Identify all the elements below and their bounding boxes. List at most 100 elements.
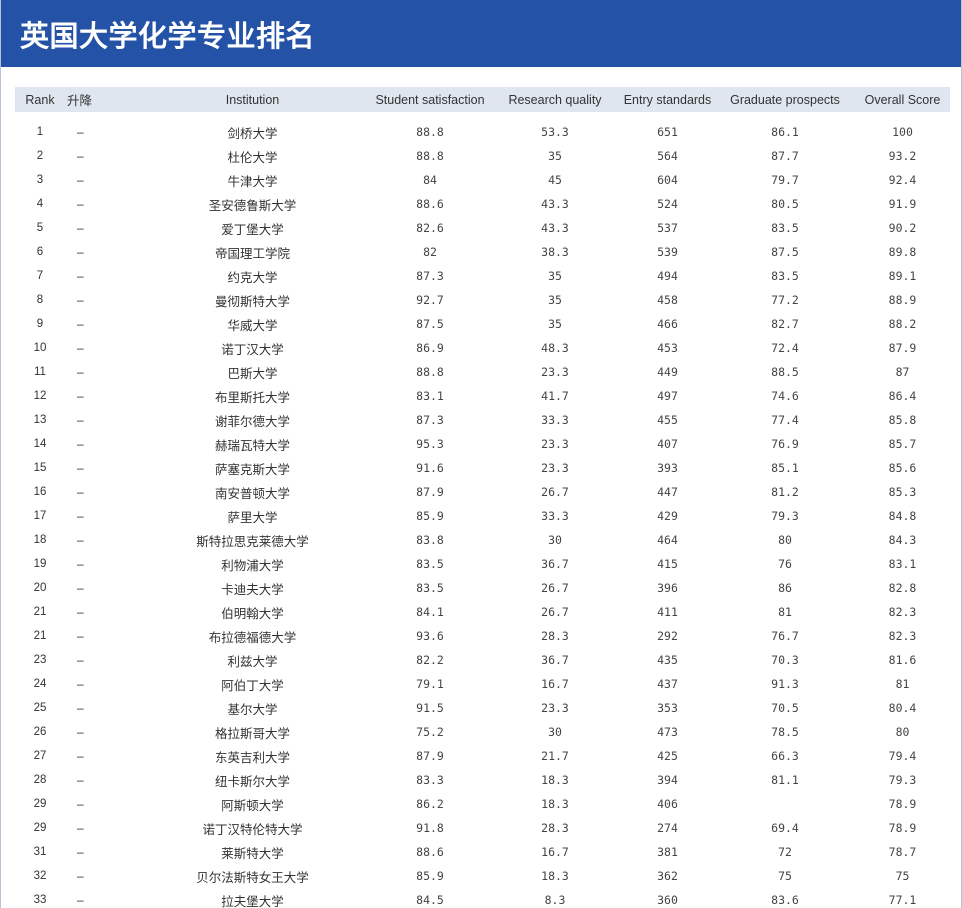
cell-change: – <box>77 893 84 907</box>
cell-research-quality: 18.3 <box>541 797 569 811</box>
table-body: 1– 剑桥大学 88.8 53.3 651 86.1 100 2– 杜伦大学 88.8 35 564 8… <box>15 112 950 908</box>
cell-rank: 28 <box>33 774 47 786</box>
table-row: 31 – 莱斯特大学 88.6 16.7 381 72 78.7 <box>15 840 950 864</box>
table-row: 27 – 东英吉利大学 87.9 21.7 425 66.3 79.4 <box>15 744 950 768</box>
cell-graduate-prospects: 80.5 <box>771 197 799 211</box>
cell-entry-standards: 524 <box>657 197 678 211</box>
cell-graduate-prospects: 78.5 <box>771 725 799 739</box>
cell-institution: 牛津大学 <box>227 173 278 189</box>
cell-overall-score: 100 <box>892 125 913 139</box>
cell-research-quality: 23.3 <box>541 701 569 715</box>
table-row: 17 – 萨里大学 85.9 33.3 429 79.3 84.8 <box>15 504 950 528</box>
cell-institution: 纽卡斯尔大学 <box>214 773 290 789</box>
cell-change: – <box>77 509 84 523</box>
cell-institution: 阿伯丁大学 <box>221 677 284 693</box>
table-header: Rank 升降 Institution Student satisfaction… <box>15 87 950 112</box>
cell-graduate-prospects: 83.5 <box>771 269 799 283</box>
cell-research-quality: 35 <box>548 293 562 307</box>
cell-institution: 利兹大学 <box>227 653 278 669</box>
cell-student-satisfaction: 91.5 <box>416 701 444 715</box>
cell-graduate-prospects: 70.5 <box>771 701 799 715</box>
table-row: 15 – 萨塞克斯大学 91.6 23.3 393 85.1 85.6 <box>15 456 950 480</box>
cell-rank: 11 <box>34 366 46 378</box>
cell-overall-score: 89.8 <box>888 245 917 259</box>
cell-overall-score: 75 <box>895 869 910 883</box>
cell-student-satisfaction: 93.6 <box>416 629 444 643</box>
cell-overall-score: 81 <box>895 677 910 691</box>
cell-institution: 萨塞克斯大学 <box>214 461 290 477</box>
cell-graduate-prospects: 66.3 <box>771 749 799 763</box>
cell-research-quality: 36.7 <box>541 557 569 571</box>
cell-rank: 14 <box>33 438 47 450</box>
cell-student-satisfaction: 92.7 <box>416 293 444 307</box>
cell-graduate-prospects: 77.4 <box>771 413 799 427</box>
cell-entry-standards: 464 <box>657 533 678 547</box>
cell-change: – <box>77 677 84 691</box>
cell-research-quality: 8.3 <box>544 893 566 907</box>
cell-rank: 23 <box>33 654 47 666</box>
cell-change: – <box>77 197 84 211</box>
cell-overall-score: 92.4 <box>888 173 917 187</box>
cell-entry-standards: 362 <box>657 869 678 883</box>
cell-graduate-prospects: 83.6 <box>771 893 799 907</box>
cell-institution: 东英吉利大学 <box>214 749 290 765</box>
cell-student-satisfaction: 82.2 <box>416 653 444 667</box>
cell-student-satisfaction: 86.9 <box>416 341 444 355</box>
cell-entry-standards: 437 <box>657 677 678 691</box>
cell-research-quality: 23.3 <box>541 365 569 379</box>
cell-graduate-prospects: 75 <box>778 869 792 883</box>
cell-entry-standards: 425 <box>657 749 678 763</box>
cell-student-satisfaction: 84.5 <box>416 893 444 907</box>
cell-graduate-prospects: 85.1 <box>771 461 799 475</box>
cell-student-satisfaction: 88.8 <box>416 365 444 379</box>
cell-student-satisfaction: 84.1 <box>416 605 444 619</box>
cell-change: – <box>77 317 84 331</box>
cell-graduate-prospects: 74.6 <box>771 389 799 403</box>
cell-rank: 21 <box>33 630 47 642</box>
cell-entry-standards: 473 <box>657 725 678 739</box>
table-row: 3 – 牛津大学 84 45 604 79.7 92.4 <box>15 168 950 192</box>
cell-institution: 阿斯顿大学 <box>221 797 284 813</box>
col-header-student-satisfaction: Student satisfaction <box>375 92 485 107</box>
cell-entry-standards: 539 <box>657 245 678 259</box>
cell-institution: 诺丁汉大学 <box>221 341 284 357</box>
cell-graduate-prospects: 91.3 <box>771 677 799 691</box>
cell-institution: 莱斯特大学 <box>221 845 284 861</box>
cell-change: – <box>77 221 84 235</box>
cell-change: – <box>77 269 84 283</box>
cell-student-satisfaction: 75.2 <box>416 725 444 739</box>
cell-graduate-prospects: 79.7 <box>771 173 799 187</box>
cell-institution: 华威大学 <box>227 317 278 333</box>
cell-overall-score: 85.3 <box>888 485 917 499</box>
table-row: 29 – 阿斯顿大学 86.2 18.3 406 78.9 <box>15 792 950 816</box>
cell-student-satisfaction: 91.8 <box>416 821 444 835</box>
table-row: 9 – 华威大学 87.5 35 466 82.7 88.2 <box>15 312 950 336</box>
cell-overall-score: 78.9 <box>888 821 917 835</box>
cell-research-quality: 26.7 <box>541 605 569 619</box>
cell-overall-score: 93.2 <box>888 149 917 163</box>
cell-institution: 巴斯大学 <box>227 365 278 381</box>
cell-rank: 24 <box>33 678 47 690</box>
table-row: 6 – 帝国理工学院 82 38.3 539 87.5 89.8 <box>15 240 950 264</box>
cell-rank: 8 <box>36 294 44 306</box>
cell-change: – <box>77 797 84 811</box>
cell-graduate-prospects: 76.9 <box>771 437 799 451</box>
cell-research-quality: 23.3 <box>541 461 569 475</box>
cell-overall-score: 90.2 <box>888 221 917 235</box>
cell-institution: 圣安德鲁斯大学 <box>208 197 297 213</box>
cell-institution: 基尔大学 <box>227 701 278 717</box>
cell-overall-score: 82.3 <box>888 629 917 643</box>
cell-research-quality: 36.7 <box>541 653 569 667</box>
cell-research-quality: 26.7 <box>541 485 569 499</box>
table-row: 14 – 赫瑞瓦特大学 95.3 23.3 407 76.9 85.7 <box>15 432 950 456</box>
cell-graduate-prospects: 87.7 <box>771 149 799 163</box>
cell-change: – <box>77 629 84 643</box>
cell-overall-score: 85.6 <box>888 461 917 475</box>
cell-institution: 诺丁汉特伦特大学 <box>202 821 303 837</box>
cell-rank: 26 <box>33 726 47 738</box>
cell-overall-score: 81.6 <box>888 653 917 667</box>
cell-entry-standards: 415 <box>657 557 678 571</box>
cell-research-quality: 30 <box>548 725 562 739</box>
table-row: 23 – 利兹大学 82.2 36.7 435 70.3 81.6 <box>15 648 950 672</box>
cell-student-satisfaction: 83.5 <box>416 581 444 595</box>
